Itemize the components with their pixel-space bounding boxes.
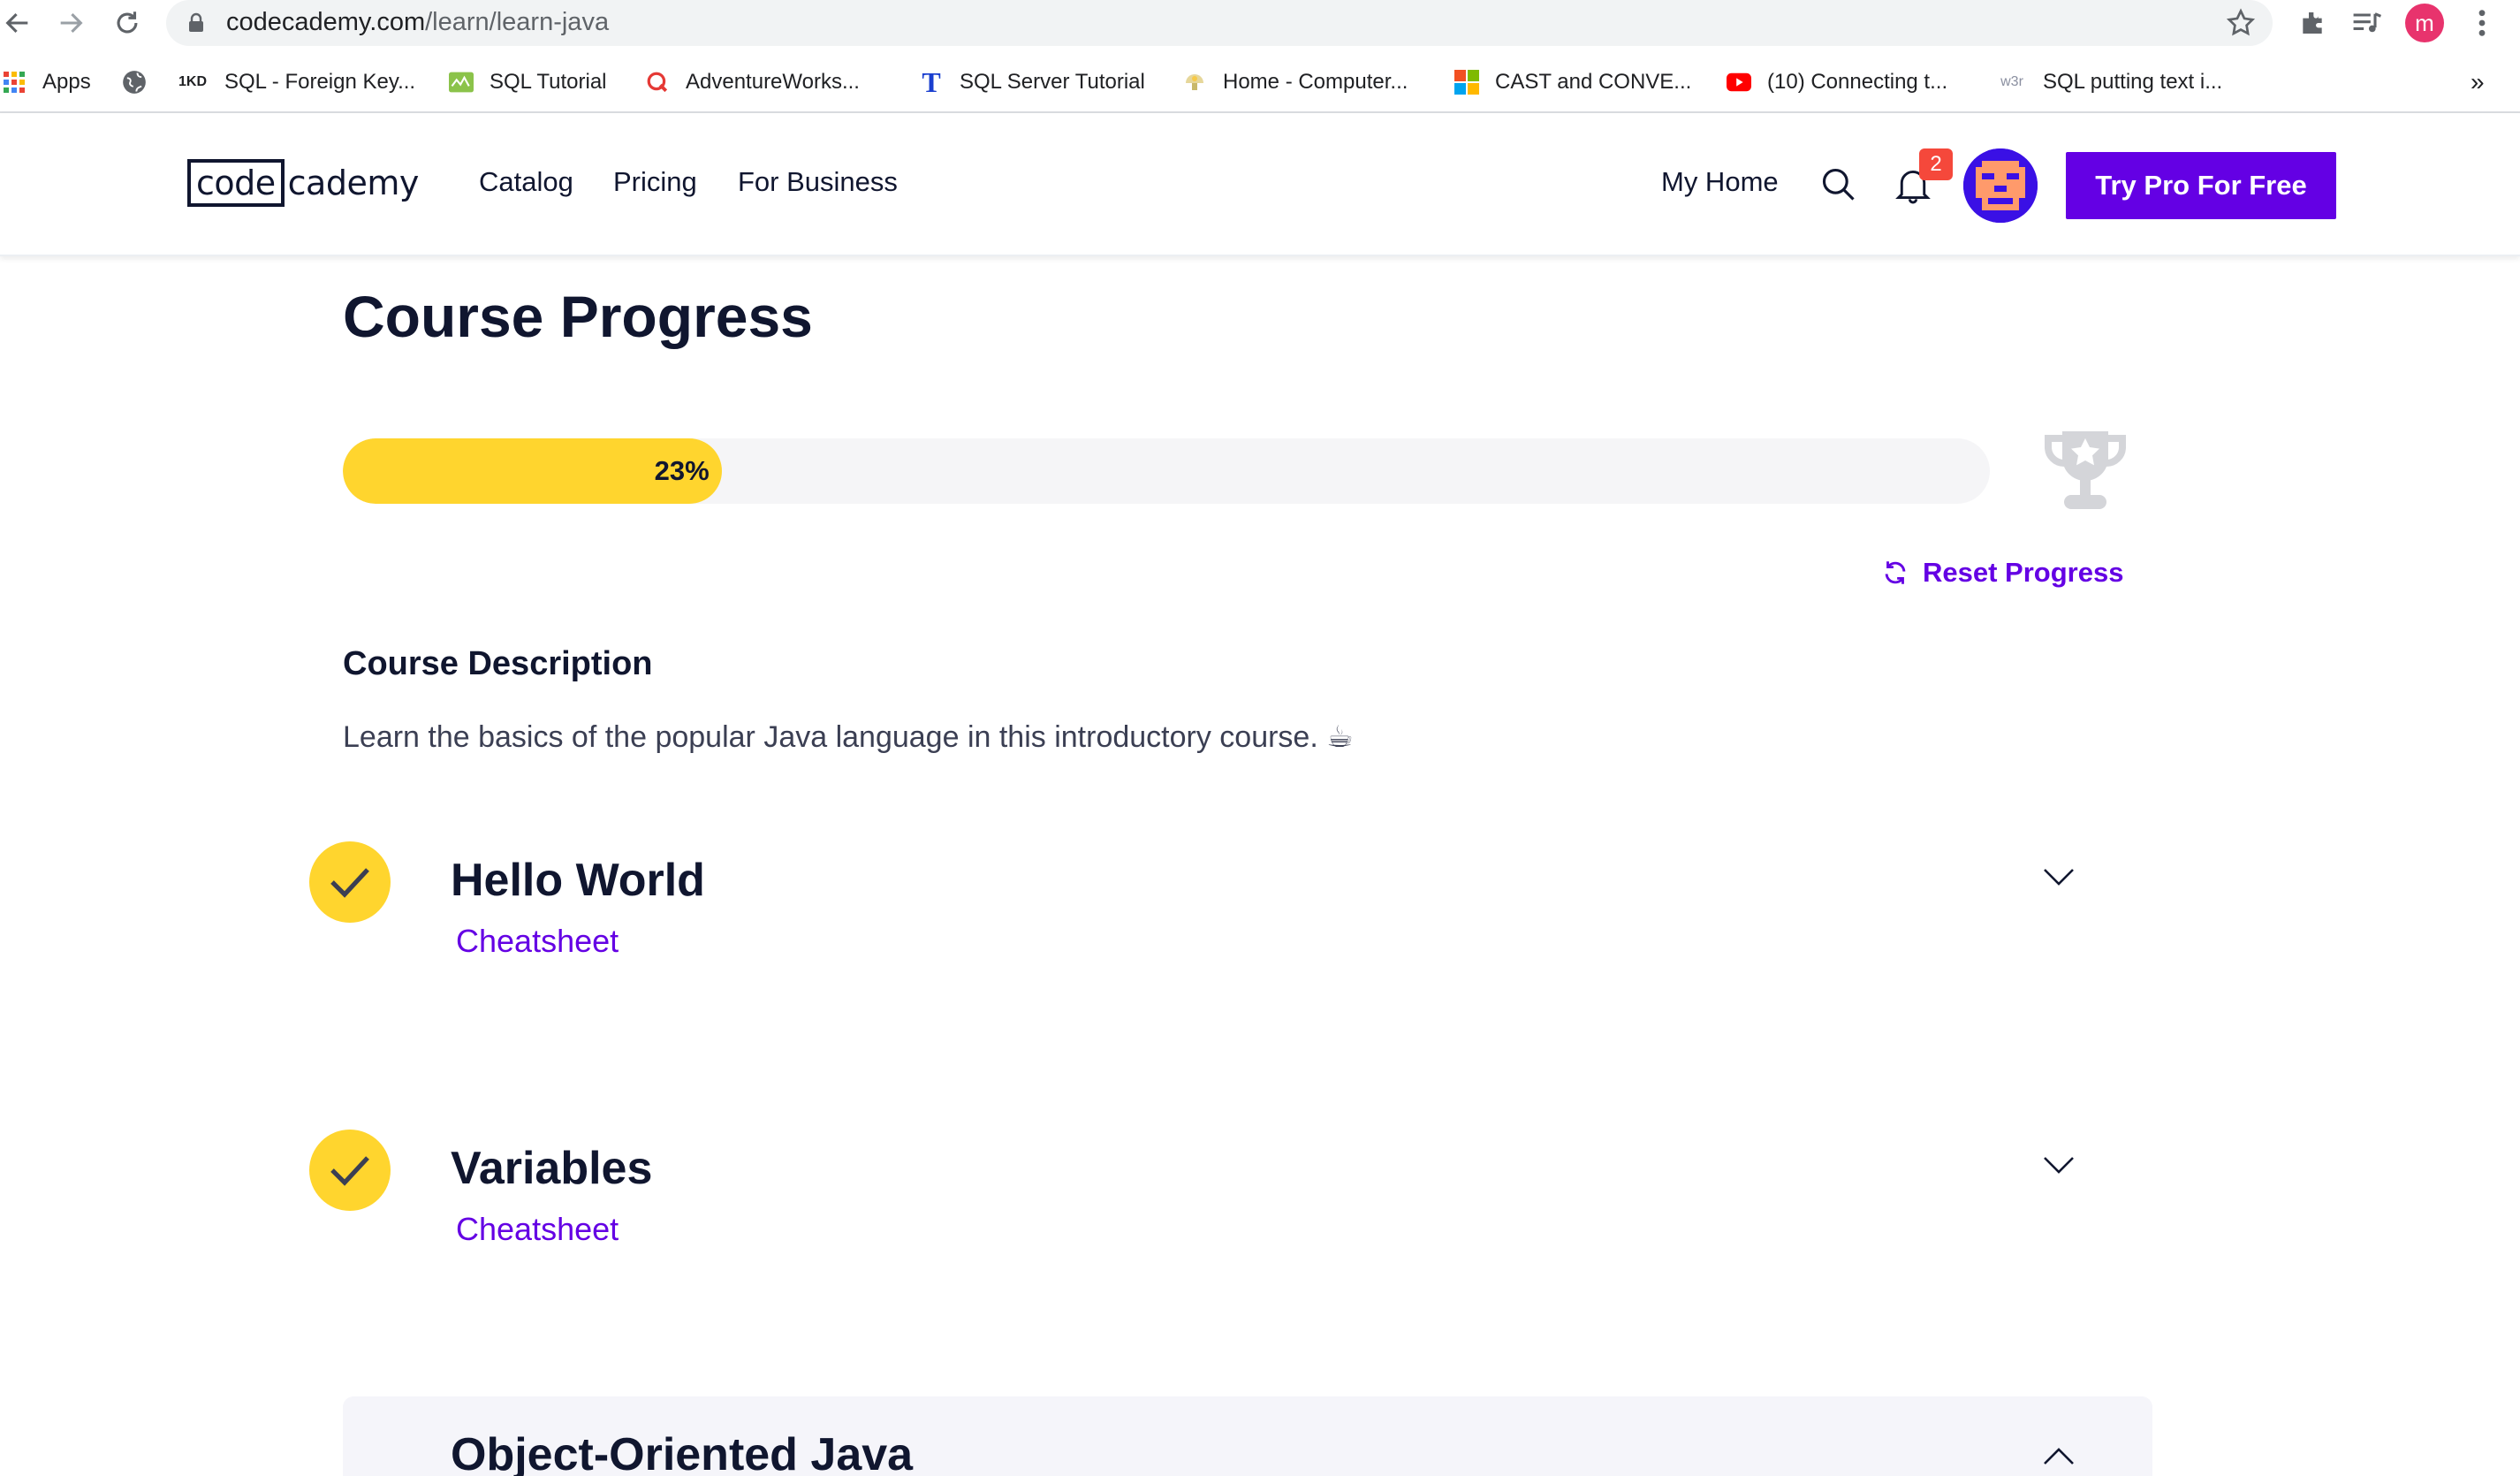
bookmark-label: SQL - Foreign Key... — [224, 70, 416, 94]
bookmark-label: SQL Server Tutorial — [960, 70, 1145, 94]
course-progress-bar: 23% — [343, 438, 1990, 504]
bookmark-label: CAST and CONVE... — [1495, 70, 1692, 94]
bookmark-label: AdventureWorks... — [686, 70, 860, 94]
bookmark-star-icon[interactable] — [2225, 7, 2257, 43]
bookmark-sql-tutorial[interactable]: SQL Tutorial — [449, 67, 607, 97]
browser-toolbar: codecademy.com/learn/learn-java m — [0, 0, 2520, 46]
media-queue-icon[interactable] — [2347, 0, 2387, 46]
chevron-up-icon[interactable] — [2041, 1446, 2076, 1472]
url-text: codecademy.com/learn/learn-java — [226, 8, 610, 36]
module-title[interactable]: Object-Oriented Java — [451, 1428, 913, 1476]
lock-icon — [187, 12, 205, 38]
bookmark-globe[interactable] — [122, 67, 163, 97]
bookmark-apps[interactable]: Apps — [2, 67, 91, 97]
bookmark-sql-server-tutorial[interactable]: T SQL Server Tutorial — [919, 65, 1145, 98]
bookmark-cast-convert[interactable]: CAST and CONVE... — [1454, 67, 1691, 97]
user-avatar[interactable] — [1963, 148, 2038, 223]
module-item-expanded: Object-Oriented Java — [343, 1396, 2152, 1476]
completed-check-icon — [309, 1130, 391, 1211]
extensions-puzzle-icon[interactable] — [2294, 0, 2331, 46]
bookmark-youtube[interactable]: (10) Connecting t... — [1727, 67, 1947, 97]
progress-percent-label: 23% — [654, 455, 710, 486]
bookmark-favicon: 1KD — [178, 74, 207, 89]
module-title[interactable]: Hello World — [451, 854, 705, 907]
bookmark-label: SQL Tutorial — [490, 70, 607, 94]
progress-fill: 23% — [343, 438, 722, 504]
bookmark-home-computer[interactable]: Home - Computer... — [1182, 67, 1408, 97]
search-icon[interactable] — [1817, 163, 1861, 207]
apps-grid-icon — [2, 70, 27, 95]
cheatsheet-link[interactable]: Cheatsheet — [456, 923, 619, 960]
cheatsheet-link[interactable]: Cheatsheet — [456, 1211, 619, 1248]
bookmark-favicon: T — [922, 65, 941, 98]
nav-pricing[interactable]: Pricing — [613, 166, 697, 198]
module-item: Variables Cheatsheet — [309, 1130, 2156, 1271]
reset-progress-label: Reset Progress — [1923, 557, 2124, 588]
back-arrow-icon[interactable] — [0, 5, 35, 41]
course-description-text: Learn the basics of the popular Java lan… — [343, 720, 1354, 754]
globe-icon — [122, 70, 147, 95]
trophy-icon — [2036, 426, 2135, 524]
refresh-icon — [1880, 558, 1910, 588]
module-item: Hello World Cheatsheet — [309, 841, 2156, 983]
completed-check-icon — [309, 841, 391, 923]
bookmark-label: Apps — [42, 70, 91, 94]
forward-arrow-icon[interactable] — [53, 5, 88, 41]
codecademy-logo[interactable]: code cademy — [187, 157, 419, 209]
course-description-heading: Course Description — [343, 645, 653, 682]
module-title[interactable]: Variables — [451, 1142, 652, 1195]
bookmark-label: Home - Computer... — [1223, 70, 1408, 94]
bookmarks-bar: Apps 1KD SQL - Foreign Key... SQL Tutori… — [0, 60, 2520, 104]
lamp-icon — [1182, 70, 1207, 95]
reload-icon[interactable] — [110, 5, 145, 41]
browser-profile-avatar[interactable]: m — [2405, 4, 2444, 42]
microsoft-icon — [1454, 70, 1479, 95]
nav-for-business[interactable]: For Business — [738, 166, 898, 198]
youtube-icon — [1727, 70, 1751, 95]
more-bookmarks-chevron[interactable]: » — [2471, 67, 2485, 97]
nav-my-home[interactable]: My Home — [1661, 166, 1779, 198]
bookmark-label: (10) Connecting t... — [1767, 70, 1948, 94]
bookmark-favicon: w3r — [2000, 74, 2023, 89]
address-bar[interactable]: codecademy.com/learn/learn-java — [166, 0, 2273, 46]
chevron-down-icon[interactable] — [2041, 1154, 2076, 1180]
bookmark-label: SQL putting text i... — [2043, 70, 2223, 94]
try-pro-button[interactable]: Try Pro For Free — [2066, 152, 2336, 219]
chevron-down-icon[interactable] — [2041, 866, 2076, 892]
reset-progress-button[interactable]: Reset Progress — [1880, 557, 2123, 589]
nav-catalog[interactable]: Catalog — [479, 166, 573, 198]
page-title: Course Progress — [343, 284, 813, 349]
bookmark-sql-putting-text[interactable]: w3r SQL putting text i... — [1997, 67, 2222, 97]
red-q-icon — [645, 70, 670, 95]
bookmark-sql-foreign-key[interactable]: 1KD SQL - Foreign Key... — [177, 67, 415, 97]
notification-count-badge: 2 — [1919, 148, 1953, 180]
sqltutorial-icon — [449, 70, 474, 95]
bookmark-adventureworks[interactable]: AdventureWorks... — [645, 67, 860, 97]
browser-menu-icon[interactable] — [2467, 0, 2497, 46]
